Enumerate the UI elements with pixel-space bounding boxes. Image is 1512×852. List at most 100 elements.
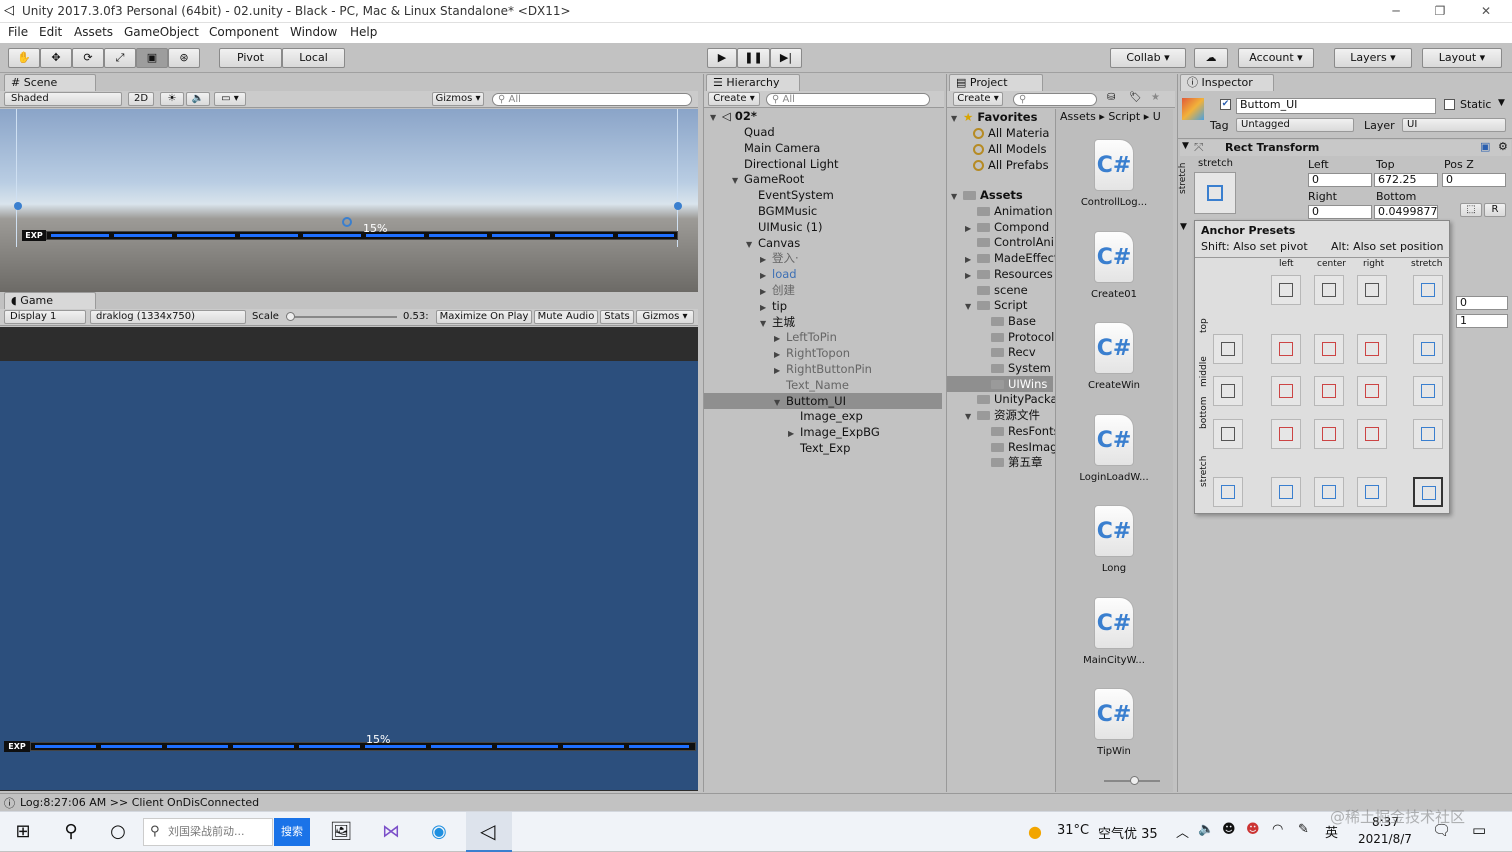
hierarchy-item[interactable]: ▶ LeftToPin xyxy=(704,329,942,345)
local-button[interactable]: Local xyxy=(282,48,345,68)
anchor-preset-cell[interactable] xyxy=(1271,376,1301,406)
hierarchy-search-input[interactable]: ⚲ All xyxy=(766,93,930,106)
folder-item[interactable]: UnityPacka xyxy=(947,391,1058,407)
mute-audio-toggle[interactable]: Mute Audio xyxy=(534,310,598,324)
anchor-preset-cell[interactable] xyxy=(1271,275,1301,305)
network-icon[interactable]: ◠ xyxy=(1272,822,1283,837)
tab-hierarchy[interactable]: ☰ Hierarchy xyxy=(706,74,800,91)
anchor-preset-cell[interactable] xyxy=(1357,419,1387,449)
account-dropdown[interactable]: Account ▾ xyxy=(1238,48,1314,68)
maximize-button[interactable]: ❐ xyxy=(1428,2,1452,20)
bottom-input[interactable]: 0.0499877 xyxy=(1374,205,1438,219)
folder-item[interactable]: Protocol xyxy=(947,329,1054,345)
display-dropdown[interactable]: Display 1 xyxy=(4,310,86,324)
folder-item[interactable]: 第五章 xyxy=(947,454,1053,470)
icon-size-thumb[interactable] xyxy=(1130,776,1139,785)
anchor-preset-cell[interactable] xyxy=(1413,275,1443,305)
windows-start-icon[interactable]: ⊞ xyxy=(10,820,36,844)
maximize-on-play-toggle[interactable]: Maximize On Play xyxy=(436,310,532,324)
script-asset[interactable]: C# ControllLog... xyxy=(1074,139,1154,208)
hierarchy-item[interactable]: ▶ RightButtonPin xyxy=(704,361,942,377)
folder-item[interactable]: ▼ 资源文件 xyxy=(947,407,1053,423)
clock-date[interactable]: 2021/8/7 xyxy=(1358,832,1412,846)
tray-chevron-icon[interactable]: ︿ xyxy=(1176,822,1189,841)
hierarchy-item[interactable]: Text_Exp xyxy=(704,440,942,456)
hierarchy-item[interactable]: ▶ RightTopon xyxy=(704,345,942,361)
right-input[interactable]: 0 xyxy=(1308,205,1372,219)
favorite-item[interactable]: All Models xyxy=(973,141,1046,157)
side-field-2[interactable]: 1 xyxy=(1456,314,1508,328)
rect-transform-header[interactable]: ▼ ⤧ Rect Transform ▣ ⚙ xyxy=(1180,140,1511,156)
search-icon[interactable]: ⚲ xyxy=(58,820,84,844)
anchor-preset-cell[interactable] xyxy=(1271,477,1301,507)
rect-tool-button[interactable]: ▣ xyxy=(136,48,168,68)
filter-type-icon[interactable]: ⛁ xyxy=(1107,92,1115,103)
object-name-input[interactable]: Buttom_UI xyxy=(1236,98,1436,114)
script-asset[interactable]: C# LoginLoadW... xyxy=(1074,413,1154,483)
hierarchy-item[interactable]: Quad xyxy=(704,124,942,140)
scene-root-item[interactable]: ▼ ◁ 02* xyxy=(710,108,942,124)
folder-item[interactable]: scene xyxy=(947,282,1053,298)
anchor-preset-cell[interactable] xyxy=(1314,419,1344,449)
anchor-preset-cell[interactable] xyxy=(1357,275,1387,305)
rotate-tool-button[interactable]: ⟳ xyxy=(72,48,104,68)
anchor-preset-cell[interactable] xyxy=(1314,376,1344,406)
hierarchy-item[interactable]: Image_exp xyxy=(704,408,942,424)
effects-dropdown[interactable]: ▭ ▾ xyxy=(214,92,246,106)
favorite-star-icon[interactable]: ★ xyxy=(1151,92,1160,103)
browser-icon[interactable]: ◉ xyxy=(426,820,452,844)
temperature[interactable]: 31°C xyxy=(1057,823,1089,838)
game-gizmos-dropdown[interactable]: Gizmos ▾ xyxy=(636,310,694,324)
filter-label-icon[interactable]: 🏷 xyxy=(1129,92,1142,103)
scale-slider-thumb[interactable] xyxy=(286,312,295,321)
breadcrumb-assets[interactable]: Assets xyxy=(1060,110,1096,123)
audio-toggle[interactable]: 🔈 xyxy=(186,92,210,106)
collab-button[interactable]: Collab ▾ xyxy=(1110,48,1186,68)
hierarchy-item[interactable]: Main Camera xyxy=(704,140,942,156)
pen-icon[interactable]: ✎ xyxy=(1298,822,1309,837)
menu-gameobject[interactable]: GameObject xyxy=(124,25,199,39)
menu-component[interactable]: Component xyxy=(209,25,279,39)
anchor-handle[interactable] xyxy=(674,202,682,210)
folder-item[interactable]: ▶ MadeEffect xyxy=(947,250,1058,266)
anchor-preset-cell[interactable] xyxy=(1213,419,1243,449)
qq-alert-icon[interactable]: ☻ xyxy=(1246,822,1260,837)
tab-scene[interactable]: # Scene xyxy=(4,74,96,91)
hierarchy-item[interactable]: Directional Light xyxy=(704,156,942,172)
folder-item[interactable]: ▶ Resources xyxy=(947,266,1053,282)
anchor-preset-cell[interactable] xyxy=(1413,477,1443,507)
move-tool-button[interactable]: ✥ xyxy=(40,48,72,68)
hierarchy-create-button[interactable]: Create ▾ xyxy=(708,92,760,106)
active-checkbox[interactable]: ✔ xyxy=(1220,99,1231,110)
hierarchy-item[interactable]: ▼ Canvas xyxy=(704,235,942,251)
menu-edit[interactable]: Edit xyxy=(39,25,62,39)
anchor-preset-cell[interactable] xyxy=(1213,376,1243,406)
hand-tool-button[interactable]: ✋ xyxy=(8,48,40,68)
folder-item[interactable]: ▼ Script xyxy=(947,297,1053,313)
posz-input[interactable]: 0 xyxy=(1442,173,1506,187)
scene-viewport[interactable]: EXP 15% xyxy=(0,109,698,292)
breadcrumb-current[interactable]: U xyxy=(1153,110,1161,123)
menu-assets[interactable]: Assets xyxy=(74,25,113,39)
tab-project[interactable]: ▤ Project xyxy=(949,74,1043,91)
script-asset[interactable]: C# Create01 xyxy=(1074,230,1154,300)
taskbar-search-button[interactable]: 搜索 xyxy=(274,818,310,846)
cortana-icon[interactable]: ○ xyxy=(105,820,131,844)
settings-gear-icon[interactable]: ⚙ xyxy=(1498,140,1508,153)
favorites-header[interactable]: ▼ ★ Favorites xyxy=(951,109,1037,125)
step-button[interactable]: ▶| xyxy=(770,48,802,68)
pivot-button[interactable]: Pivot xyxy=(219,48,282,68)
menu-file[interactable]: File xyxy=(8,25,28,39)
folder-item[interactable]: ResImag xyxy=(947,439,1057,455)
anchor-preset-cell[interactable] xyxy=(1271,334,1301,364)
anchor-preset-cell[interactable] xyxy=(1314,477,1344,507)
anchor-preset-cell[interactable] xyxy=(1213,477,1243,507)
blueprint-mode-button[interactable]: ⬚ xyxy=(1460,203,1482,217)
hierarchy-item[interactable]: ▶ tip xyxy=(704,298,942,314)
layers-dropdown[interactable]: Layers ▾ xyxy=(1334,48,1412,68)
hierarchy-item[interactable]: ▼ Buttom_UI xyxy=(704,392,942,409)
unity-task-button[interactable]: ◁ xyxy=(466,812,512,852)
script-asset[interactable]: C# TipWin xyxy=(1074,688,1154,757)
folder-item[interactable]: System xyxy=(947,360,1053,376)
anchor-preset-cell[interactable] xyxy=(1314,334,1344,364)
